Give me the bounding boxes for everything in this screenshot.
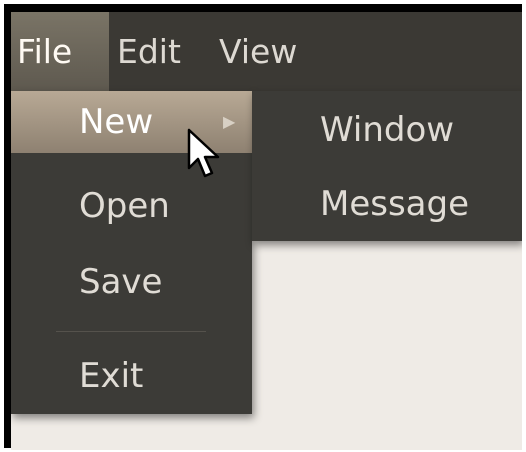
menu-item-exit[interactable]: Exit bbox=[11, 345, 252, 407]
menu-separator bbox=[56, 331, 206, 332]
window-frame: File Edit View New ▶ Open Save Exit Wind… bbox=[4, 4, 522, 450]
new-submenu: Window Message bbox=[252, 91, 522, 241]
menu-item-open[interactable]: Open bbox=[11, 175, 252, 237]
app-window: File Edit View New ▶ Open Save Exit Wind… bbox=[11, 12, 522, 450]
menu-item-save[interactable]: Save bbox=[11, 251, 252, 313]
menu-file[interactable]: File bbox=[11, 12, 109, 91]
menu-edit[interactable]: Edit bbox=[111, 12, 207, 91]
menu-view[interactable]: View bbox=[213, 12, 323, 91]
menu-item-new-label: New bbox=[79, 102, 154, 142]
submenu-item-window[interactable]: Window bbox=[252, 95, 522, 165]
mouse-pointer-icon bbox=[187, 128, 220, 178]
submenu-arrow-icon: ▶ bbox=[223, 112, 236, 131]
menu-bar: File Edit View bbox=[11, 12, 522, 91]
submenu-item-message[interactable]: Message bbox=[252, 169, 522, 239]
